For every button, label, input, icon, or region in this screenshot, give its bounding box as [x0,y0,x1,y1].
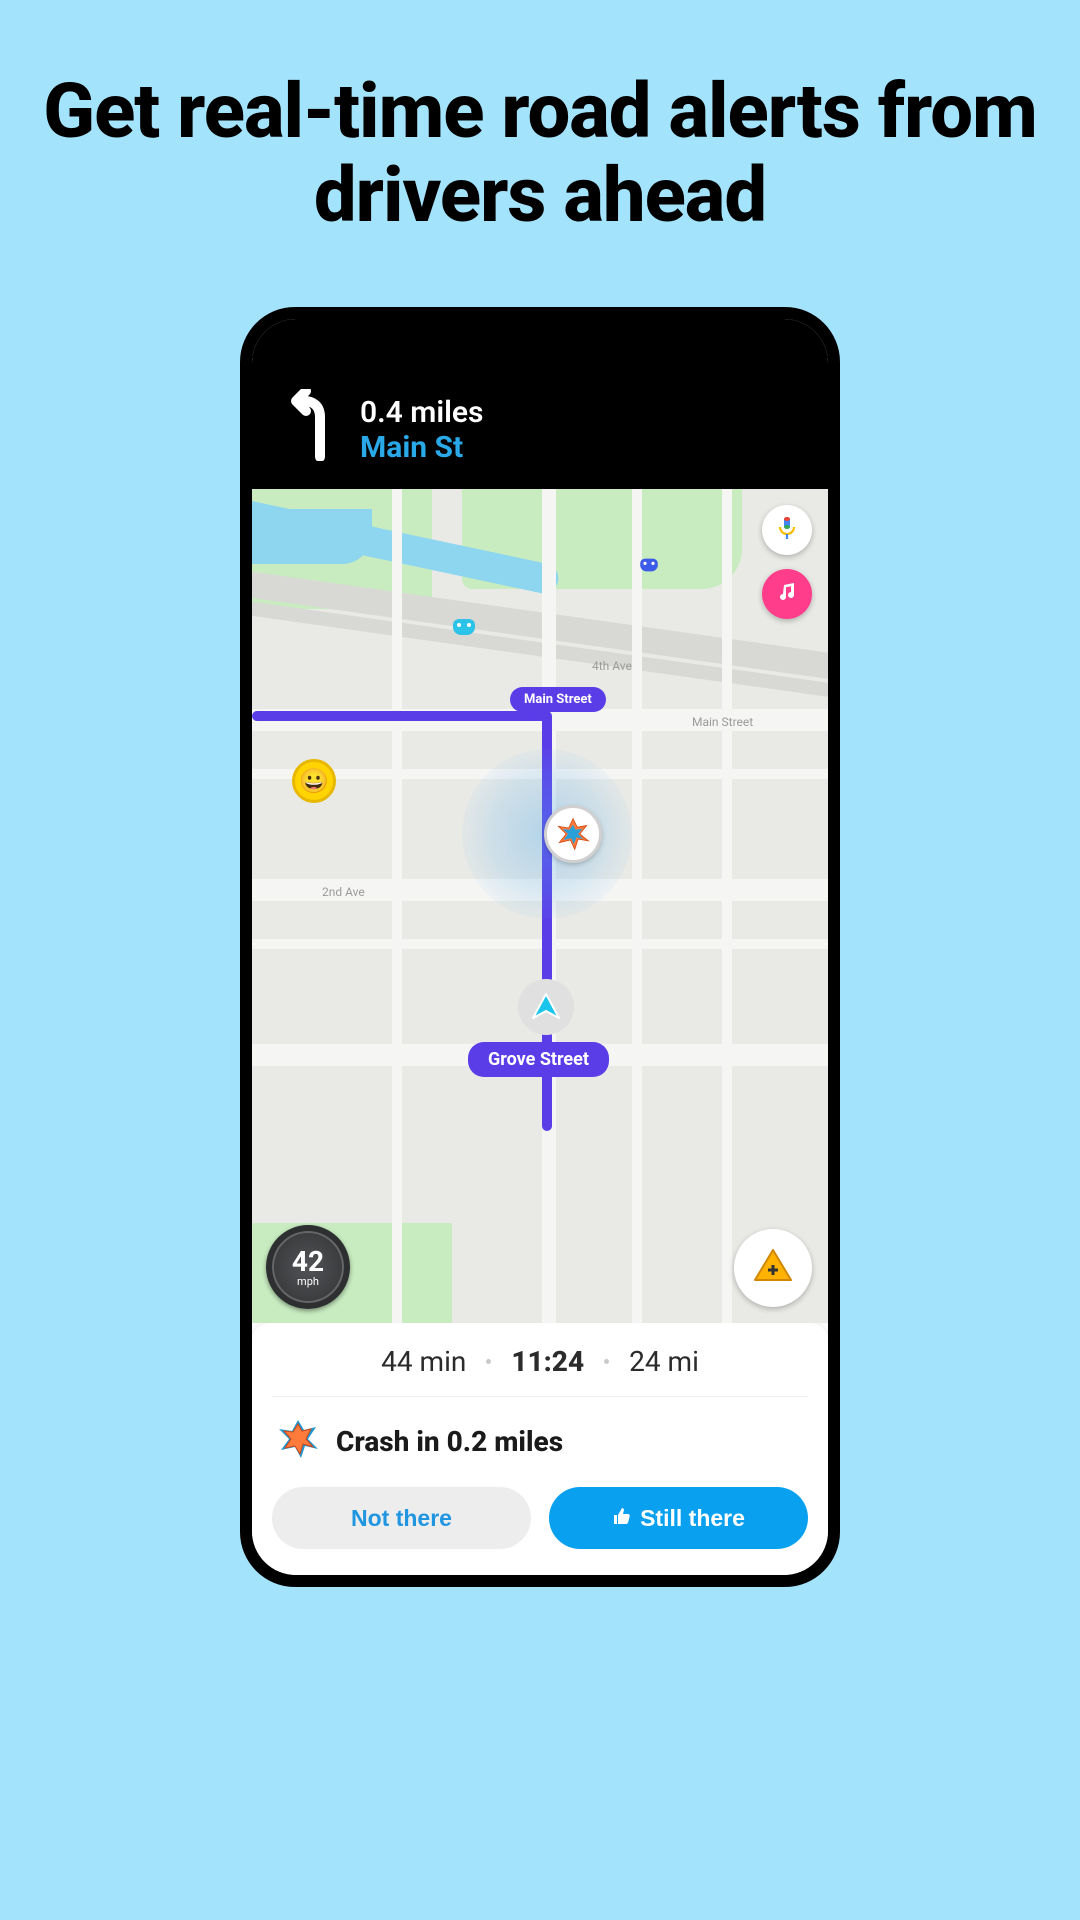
speed-value: 42 [292,1248,324,1276]
street-label: 2nd Ave [322,885,365,899]
street-bubble: Grove Street [468,1042,609,1077]
road [722,489,732,1323]
phone-screen: 0.4 miles Main St [252,319,828,1575]
not-there-button[interactable]: Not there [272,1487,531,1549]
road [392,489,402,1323]
navigation-header: 0.4 miles Main St [252,319,828,489]
crash-pin[interactable] [544,805,602,863]
eta-distance: 24 mi [629,1345,699,1378]
marketing-headline: Get real-time road alerts from drivers a… [0,70,1080,237]
separator-dot [604,1359,609,1364]
nav-distance: 0.4 miles [360,395,483,430]
alert-row: Crash in 0.2 miles [272,1397,808,1487]
speed-unit: mph [297,1276,319,1287]
construction-pin[interactable]: 😀 [292,759,336,803]
eta-duration: 44 min [381,1345,466,1378]
voice-button[interactable] [762,505,812,555]
still-there-button[interactable]: Still there [549,1487,808,1549]
music-button[interactable] [762,569,812,619]
eta-row[interactable]: 44 min 11:24 24 mi [272,1345,808,1397]
report-hazard-button[interactable] [734,1229,812,1307]
nav-street-name: Main St [360,430,483,465]
route-line [252,711,548,721]
turn-left-icon [282,389,338,465]
eta-arrival-time: 11:24 [511,1345,584,1378]
current-position-marker [518,979,574,1035]
speedometer[interactable]: 42 mph [266,1225,350,1309]
trip-summary-card: 44 min 11:24 24 mi Crash in 0.2 miles No… [252,1323,828,1575]
road [632,489,642,1323]
road [252,939,828,949]
wazer-icon [639,556,658,575]
button-label: Still there [640,1505,745,1532]
street-label: Main Street [692,715,753,729]
microphone-icon [777,516,797,544]
wazer-icon [452,615,476,639]
thumbs-up-icon [612,1505,632,1532]
hazard-triangle-icon [751,1244,795,1292]
music-note-icon [776,581,798,607]
street-bubble: Main Street [510,687,606,712]
button-label: Not there [351,1505,452,1532]
separator-dot [486,1359,491,1364]
phone-frame: 0.4 miles Main St [240,307,840,1587]
crash-icon [276,1419,320,1463]
alert-text: Crash in 0.2 miles [336,1425,563,1458]
map-canvas[interactable]: 4th Ave Main Street 2nd Ave Main Street … [252,489,828,1323]
street-label: 4th Ave [592,659,632,673]
